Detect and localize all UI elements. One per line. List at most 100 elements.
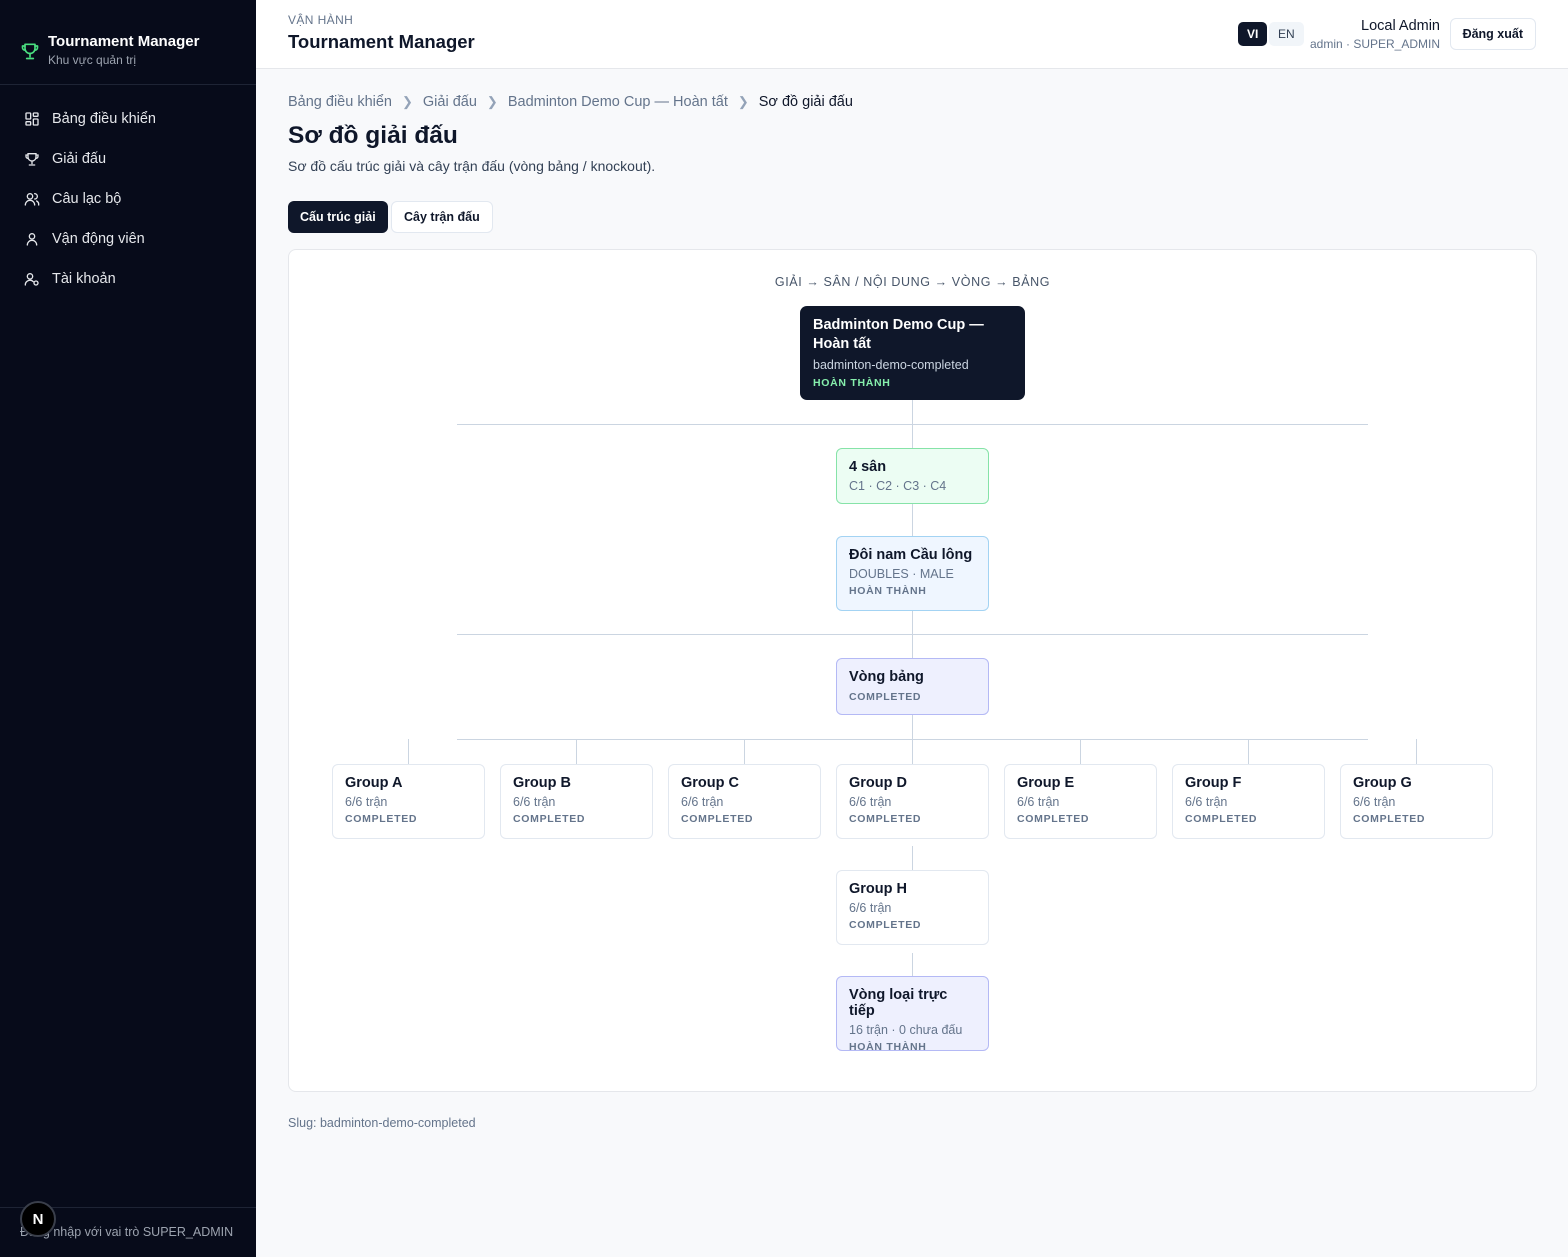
chevron-right-icon: ❯: [402, 94, 413, 109]
sidebar-item-label: Bảng điều khiển: [52, 111, 156, 127]
node-sub: 16 trận · 0 chưa đấu: [849, 1023, 963, 1037]
brand[interactable]: Tournament Manager Khu vực quản trị: [0, 0, 256, 85]
connector-line: [1416, 739, 1417, 764]
connector-line: [912, 846, 913, 870]
brand-subtitle: Khu vực quản trị: [48, 53, 137, 67]
dashboard-icon: [25, 112, 39, 126]
connector-line: [1080, 739, 1081, 764]
connector-line: [408, 739, 409, 764]
sidebar-item-athletes[interactable]: Vận động viên: [0, 219, 256, 259]
connector-line: [912, 504, 913, 536]
page-description: Sơ đồ cấu trúc giải và cây trận đấu (vòn…: [288, 158, 656, 174]
breadcrumb: Bảng điều khiển ❯ Giải đấu ❯ Badminton D…: [288, 94, 853, 110]
node-title: Group H: [849, 881, 907, 897]
sidebar-item-account[interactable]: Tài khoản: [0, 259, 256, 299]
group-node[interactable]: Group H 6/6 trận COMPLETED: [836, 870, 989, 945]
connector-line: [457, 739, 1368, 740]
node-status: COMPLETED: [345, 813, 418, 825]
user-role: admin · SUPER_ADMIN: [1309, 37, 1440, 51]
courts-node[interactable]: 4 sân C1 · C2 · C3 · C4: [836, 448, 989, 504]
node-status: COMPLETED: [1185, 813, 1258, 825]
node-title: Group G: [1353, 775, 1412, 791]
sidebar-item-label: Giải đấu: [52, 151, 107, 167]
tournament-node[interactable]: Badminton Demo Cup — Hoàn tất badminton-…: [800, 306, 1025, 400]
next-dev-badge[interactable]: N: [20, 1201, 56, 1237]
node-title: Group B: [513, 775, 571, 791]
group-node[interactable]: Group A 6/6 trận COMPLETED: [332, 764, 485, 839]
sidebar-item-dashboard[interactable]: Bảng điều khiển: [0, 99, 256, 139]
structure-diagram: GIẢI → SÂN / NỘI DUNG → VÒNG → BẢNG Badm…: [288, 249, 1537, 1092]
sidebar-item-tournaments[interactable]: Giải đấu: [0, 139, 256, 179]
sidebar-item-clubs[interactable]: Câu lạc bộ: [0, 179, 256, 219]
breadcrumb-dashboard[interactable]: Bảng điều khiển: [288, 94, 392, 110]
node-sub: DOUBLES · MALE: [849, 567, 954, 581]
node-sub: 6/6 trận: [1017, 795, 1060, 809]
breadcrumb-current: Sơ đồ giải đấu: [758, 94, 853, 110]
node-title: Group C: [681, 775, 739, 791]
node-status: COMPLETED: [513, 813, 586, 825]
top-header: VẬN HÀNH Tournament Manager VI EN Local …: [256, 0, 1568, 69]
sidebar-item-label: Vận động viên: [52, 231, 145, 247]
connector-line: [1248, 739, 1249, 764]
account-icon: [24, 273, 39, 286]
node-sub: 6/6 trận: [1185, 795, 1228, 809]
sidebar-item-label: Tài khoản: [52, 271, 116, 287]
group-node[interactable]: Group C 6/6 trận COMPLETED: [668, 764, 821, 839]
node-title: Group F: [1185, 775, 1242, 791]
trophy-icon: [25, 153, 39, 166]
tab-bracket[interactable]: Cây trận đấu: [391, 201, 493, 233]
page-title: Sơ đồ giải đấu: [288, 122, 458, 149]
trophy-icon: [21, 43, 39, 60]
node-slug: badminton-demo-completed: [813, 358, 969, 372]
node-title: Group A: [345, 775, 403, 791]
node-status: HOÀN THÀNH: [813, 377, 891, 389]
group-node[interactable]: Group F 6/6 trận COMPLETED: [1172, 764, 1325, 839]
node-status: HOÀN THÀNH: [849, 1041, 927, 1053]
group-node[interactable]: Group D 6/6 trận COMPLETED: [836, 764, 989, 839]
group-node[interactable]: Group G 6/6 trận COMPLETED: [1340, 764, 1493, 839]
node-sub: 6/6 trận: [849, 795, 892, 809]
lang-vi-button[interactable]: VI: [1238, 22, 1268, 46]
breadcrumb-tournament[interactable]: Badminton Demo Cup — Hoàn tất: [508, 94, 728, 110]
stage-node[interactable]: Vòng bảng COMPLETED: [836, 658, 989, 715]
node-sub: 6/6 trận: [849, 901, 892, 915]
sidebar: Tournament Manager Khu vực quản trị Bảng…: [0, 0, 256, 1257]
header-title: Tournament Manager: [288, 31, 475, 52]
group-node[interactable]: Group B 6/6 trận COMPLETED: [500, 764, 653, 839]
node-sub: 6/6 trận: [513, 795, 556, 809]
node-status: COMPLETED: [1017, 813, 1090, 825]
node-status: COMPLETED: [849, 691, 922, 703]
node-status: COMPLETED: [1353, 813, 1426, 825]
node-title: Group D: [849, 775, 907, 791]
diagram-caption: GIẢI → SÂN / NỘI DUNG → VÒNG → BẢNG: [774, 275, 1051, 289]
user-name: Local Admin: [1361, 18, 1440, 34]
group-node[interactable]: Group E 6/6 trận COMPLETED: [1004, 764, 1157, 839]
header-kicker: VẬN HÀNH: [288, 13, 354, 27]
node-title: Vòng loại trực tiếp: [849, 987, 948, 1019]
node-title: Đôi nam Cầu lông: [849, 547, 973, 563]
connector-line: [912, 953, 913, 976]
node-status: HOÀN THÀNH: [849, 585, 927, 597]
chevron-right-icon: ❯: [486, 94, 498, 109]
node-title: Group E: [1017, 775, 1075, 791]
node-status: COMPLETED: [849, 813, 922, 825]
connector-line: [457, 634, 1368, 635]
connector-line: [457, 424, 1368, 425]
chevron-right-icon: ❯: [737, 94, 749, 109]
node-status: COMPLETED: [849, 919, 922, 931]
breadcrumb-tournaments[interactable]: Giải đấu: [423, 94, 477, 110]
sidebar-footer: Đăng nhập với vai trò SUPER_ADMIN N: [0, 1201, 256, 1257]
tab-structure[interactable]: Cấu trúc giải: [288, 201, 388, 233]
node-status: COMPLETED: [681, 813, 754, 825]
event-node[interactable]: Đôi nam Cầu lông DOUBLES · MALE HOÀN THÀ…: [836, 536, 989, 611]
node-sub: C1 · C2 · C3 · C4: [849, 479, 947, 493]
lang-en-button[interactable]: EN: [1269, 22, 1304, 46]
connector-line: [744, 739, 745, 764]
user-icon: [26, 233, 38, 246]
sidebar-nav: Bảng điều khiển Giải đấu Câu lạc bộ Vận …: [0, 85, 256, 299]
node-title: Badminton Demo Cup — Hoàn tất: [813, 317, 984, 352]
logout-button[interactable]: Đăng xuất: [1449, 18, 1536, 50]
knockout-node[interactable]: Vòng loại trực tiếp 16 trận · 0 chưa đấu…: [836, 976, 989, 1053]
sidebar-item-label: Câu lạc bộ: [52, 191, 122, 207]
node-sub: 6/6 trận: [345, 795, 388, 809]
